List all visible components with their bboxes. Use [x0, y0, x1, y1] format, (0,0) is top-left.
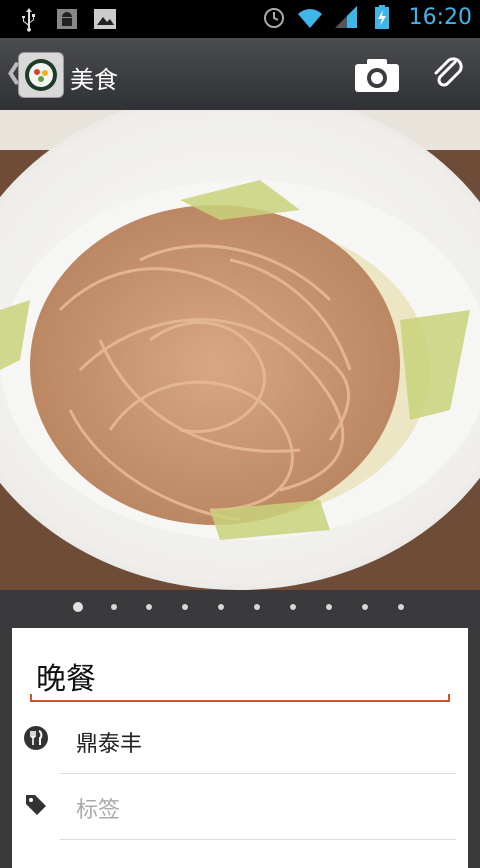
pager-dot[interactable] [362, 604, 368, 610]
place-value: 鼎泰丰 [76, 732, 143, 757]
fork-knife-icon [24, 726, 48, 750]
pager-dot[interactable] [73, 602, 83, 612]
place-row[interactable]: 鼎泰丰 [12, 708, 468, 774]
page-title: 美食 [70, 66, 118, 94]
signal-icon [334, 6, 357, 28]
clock: 16:20 [408, 4, 472, 30]
tag-icon [26, 795, 46, 815]
pager-dot[interactable] [326, 604, 332, 610]
status-bar: 16:20 [0, 0, 480, 38]
photo-pager [0, 590, 480, 626]
noodle-dish-image [0, 110, 480, 590]
pager-dot[interactable] [146, 604, 152, 610]
paperclip-icon [434, 57, 463, 87]
title-field[interactable]: 晚餐 [30, 648, 450, 702]
camera-icon [355, 59, 399, 92]
pager-dot[interactable] [182, 604, 188, 610]
entry-card: 晚餐 鼎泰丰 标签 [12, 628, 468, 868]
pager-dot[interactable] [111, 604, 117, 610]
battery-charging-icon [374, 5, 389, 29]
title-value: 晚餐 [36, 662, 96, 697]
tags-placeholder: 标签 [76, 798, 121, 823]
android-debug-icon [57, 9, 77, 29]
attach-button[interactable] [428, 54, 468, 94]
camera-button[interactable] [352, 56, 402, 94]
pager-dot[interactable] [254, 604, 260, 610]
pager-dot[interactable] [218, 604, 224, 610]
sushi-roll-icon[interactable] [18, 52, 64, 98]
wifi-icon [297, 9, 322, 28]
alarm-icon [263, 8, 284, 28]
pager-dot[interactable] [398, 604, 404, 610]
food-photo[interactable] [0, 110, 480, 590]
tags-row[interactable]: 标签 [12, 774, 468, 840]
action-bar: ❮ 美食 [0, 38, 480, 113]
usb-icon [22, 8, 35, 32]
gallery-icon [94, 9, 116, 29]
pager-dot[interactable] [290, 604, 296, 610]
divider [60, 839, 456, 840]
